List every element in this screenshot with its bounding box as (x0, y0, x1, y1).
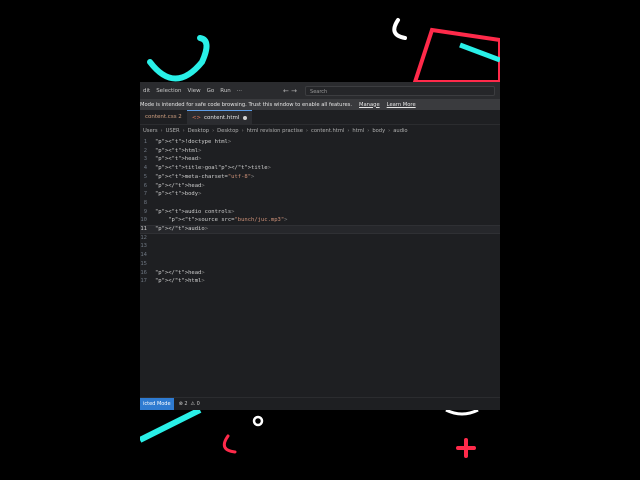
line-number: 10 (140, 217, 147, 224)
menu-more[interactable]: ··· (234, 88, 245, 94)
line-number: 7 (143, 191, 147, 198)
vscode-window: dit Selection View Go Run ··· ← → Search… (140, 82, 500, 410)
line-number: 9 (143, 208, 147, 215)
code-line[interactable]: "p"></"t">html> (155, 278, 205, 284)
restricted-mode-banner: Mode is intended for safe code browsing.… (140, 99, 500, 110)
code-line[interactable]: "p"><"t">!doctype html> (155, 139, 231, 145)
code-line[interactable]: "p"><"t">source src="bunch/juc.mp3"> (155, 217, 287, 223)
code-line[interactable]: "p"></"t">head> (155, 183, 205, 189)
code-line[interactable]: "p"><"t">meta-charset="utf-8"> (155, 174, 254, 180)
crumb[interactable]: html (352, 128, 364, 134)
breadcrumb: Users › USER › Desktop › Desktop › html revi… (143, 128, 408, 134)
banner-text: Mode is intended for safe code browsing.… (140, 101, 353, 108)
neon-white-crescent (392, 18, 407, 40)
line-number: 1 (143, 139, 147, 145)
line-number: 3 (143, 156, 147, 163)
search-input[interactable]: Search (305, 85, 496, 96)
neon-white-arc (445, 408, 479, 416)
tab-bar: content.css 2 <> content.html (140, 110, 500, 125)
html-file-icon: <> (191, 114, 202, 121)
tab-label: content.html (204, 114, 240, 121)
code-line[interactable]: "p"><"t">head> (155, 156, 201, 162)
code-line[interactable]: "p"><"t">html> (155, 148, 201, 154)
neon-white-ring (252, 415, 264, 427)
neon-red-crescent (222, 434, 237, 454)
neon-cyan-bar (459, 42, 500, 63)
status-bar: icted Mode ⊗ 2 ⚠ 0 (140, 397, 500, 410)
line-number: 12 (140, 234, 147, 241)
neon-cyan-crescent (147, 35, 210, 82)
crumb[interactable]: audio (393, 128, 407, 134)
warnings-count[interactable]: ⚠ 0 (191, 401, 200, 407)
neon-cyan-bar-bottom (140, 407, 202, 443)
menu-run[interactable]: Run (217, 88, 234, 94)
code-line[interactable]: "p"></"t">head> (155, 270, 205, 276)
crumb[interactable]: Desktop (188, 128, 209, 134)
errors-count[interactable]: ⊗ 2 (179, 401, 188, 407)
tab-content-css[interactable]: content.css 2 (140, 110, 187, 124)
restricted-mode-badge[interactable]: icted Mode (140, 398, 174, 410)
line-number: 16 (140, 269, 147, 276)
crumb[interactable]: html revision practise (247, 128, 303, 134)
tab-content-html[interactable]: <> content.html (186, 110, 253, 124)
menu-edit[interactable]: dit (140, 88, 153, 94)
code-line[interactable]: "p"><"t">audio controls> (155, 209, 234, 215)
nav-arrows[interactable]: ← → (283, 87, 297, 95)
line-number: 6 (143, 182, 147, 189)
line-number: 13 (140, 243, 147, 250)
line-number: 14 (140, 252, 147, 259)
crumb[interactable]: Users (143, 128, 158, 134)
unsaved-dot-icon[interactable] (243, 115, 248, 120)
crumb[interactable]: Desktop (217, 128, 238, 134)
code-line[interactable]: "p"><"t">body> (155, 191, 201, 197)
menu-go[interactable]: Go (204, 88, 218, 94)
code-editor[interactable]: 1 "p"><"t">!doctype html> 2 "p"><"t">html> 3… (140, 137, 500, 393)
code-line[interactable]: "p"><"t">title>goal"p"></"t">title> (155, 165, 271, 171)
tab-label: content.css 2 (145, 114, 182, 120)
line-number: 8 (143, 199, 147, 206)
menu-view[interactable]: View (185, 88, 204, 94)
code-line[interactable]: "p"></"t">audio> (155, 226, 208, 232)
menu-selection[interactable]: Selection (153, 88, 184, 94)
learn-more-link[interactable]: Learn More (387, 102, 416, 108)
line-number: 5 (143, 173, 147, 180)
line-number: 15 (140, 260, 147, 267)
line-number: 4 (143, 165, 147, 172)
line-number: 17 (140, 278, 147, 285)
line-number: 2 (143, 147, 147, 154)
neon-red-plus (456, 438, 476, 458)
crumb[interactable]: content.html (311, 128, 344, 134)
menu-bar: dit Selection View Go Run ··· ← → Search (140, 82, 500, 99)
manage-link[interactable]: Manage (359, 102, 380, 108)
line-number: 11 (140, 226, 147, 232)
crumb[interactable]: USER (166, 128, 180, 134)
crumb[interactable]: body (372, 128, 385, 134)
